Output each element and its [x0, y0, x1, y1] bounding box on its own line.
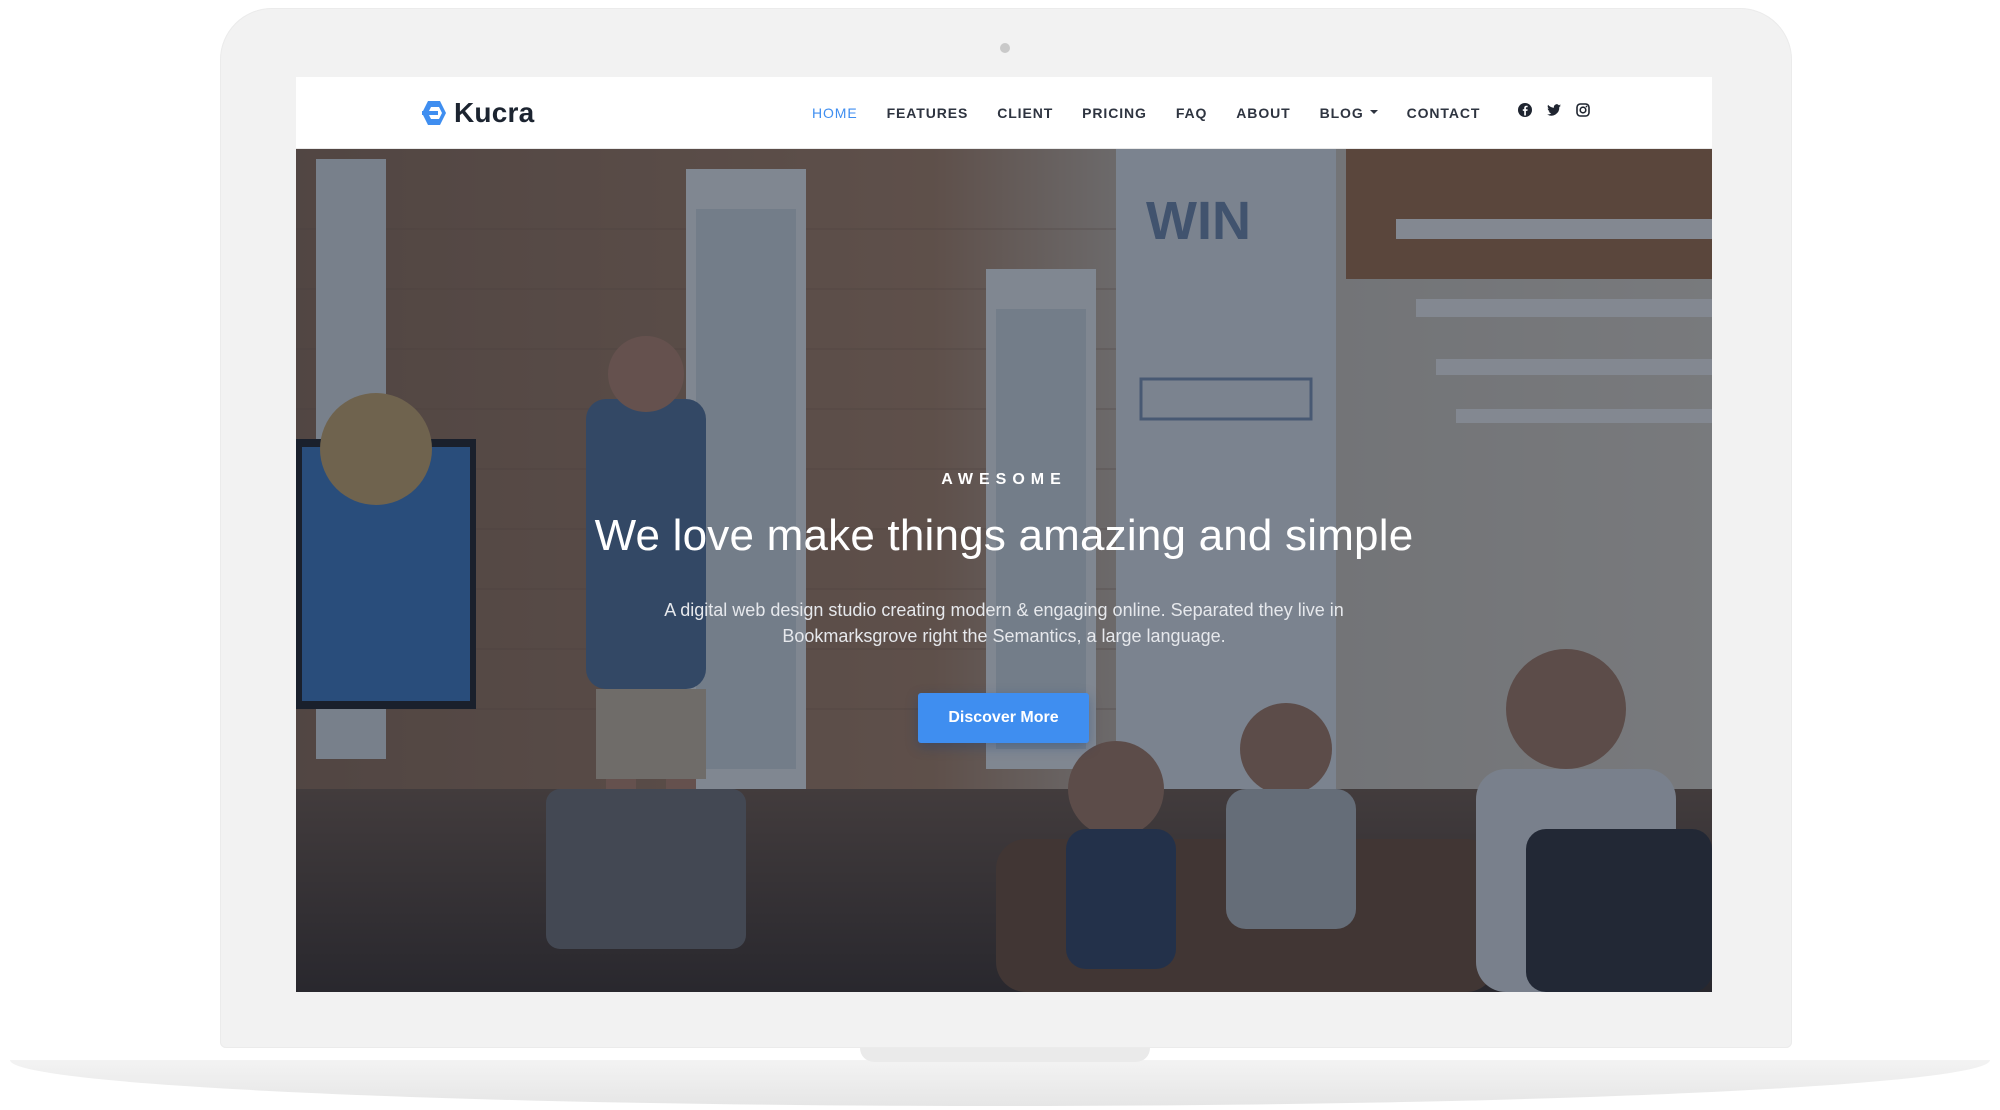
nav-item-home[interactable]: HOME [812, 105, 858, 121]
laptop-base [10, 1060, 1990, 1106]
navbar: Kucra HOME FEATURES CLIENT PRICING FAQ A… [296, 77, 1712, 149]
nav-item-contact[interactable]: CONTACT [1407, 105, 1481, 121]
nav-item-blog-label: BLOG [1319, 104, 1364, 121]
hero-section: WIN [296, 149, 1712, 992]
nav-menu: HOME FEATURES CLIENT PRICING FAQ ABOUT B… [812, 77, 1509, 148]
brand-name: Kucra [454, 97, 535, 128]
mockup-stage: Kucra HOME FEATURES CLIENT PRICING FAQ A… [0, 0, 2000, 1110]
instagram-icon[interactable] [1575, 102, 1591, 118]
website-screen: Kucra HOME FEATURES CLIENT PRICING FAQ A… [296, 77, 1712, 992]
hero-description: A digital web design studio creating mod… [664, 600, 1344, 646]
nav-item-client[interactable]: CLIENT [997, 105, 1053, 121]
hero-eyebrow: AWESOME [941, 471, 1067, 488]
camera-dot [1000, 43, 1010, 53]
nav-item-about[interactable]: ABOUT [1236, 105, 1290, 121]
discover-more-button[interactable]: Discover More [918, 693, 1089, 743]
laptop-notch [860, 1048, 1150, 1062]
hero-title: We love make things amazing and simple [594, 511, 1414, 560]
nav-item-pricing[interactable]: PRICING [1082, 105, 1147, 121]
twitter-icon[interactable] [1546, 102, 1562, 118]
hero-overlay [296, 149, 1712, 992]
brand-link[interactable]: Kucra [420, 97, 534, 129]
caret-down-icon [1369, 109, 1378, 114]
nav-item-blog[interactable]: BLOG [1320, 105, 1378, 121]
nav-item-features[interactable]: FEATURES [887, 105, 969, 121]
social-links [1517, 102, 1591, 118]
nav-item-faq[interactable]: FAQ [1176, 105, 1207, 121]
facebook-icon[interactable] [1517, 102, 1533, 118]
hexagon-logo-icon [422, 101, 446, 125]
